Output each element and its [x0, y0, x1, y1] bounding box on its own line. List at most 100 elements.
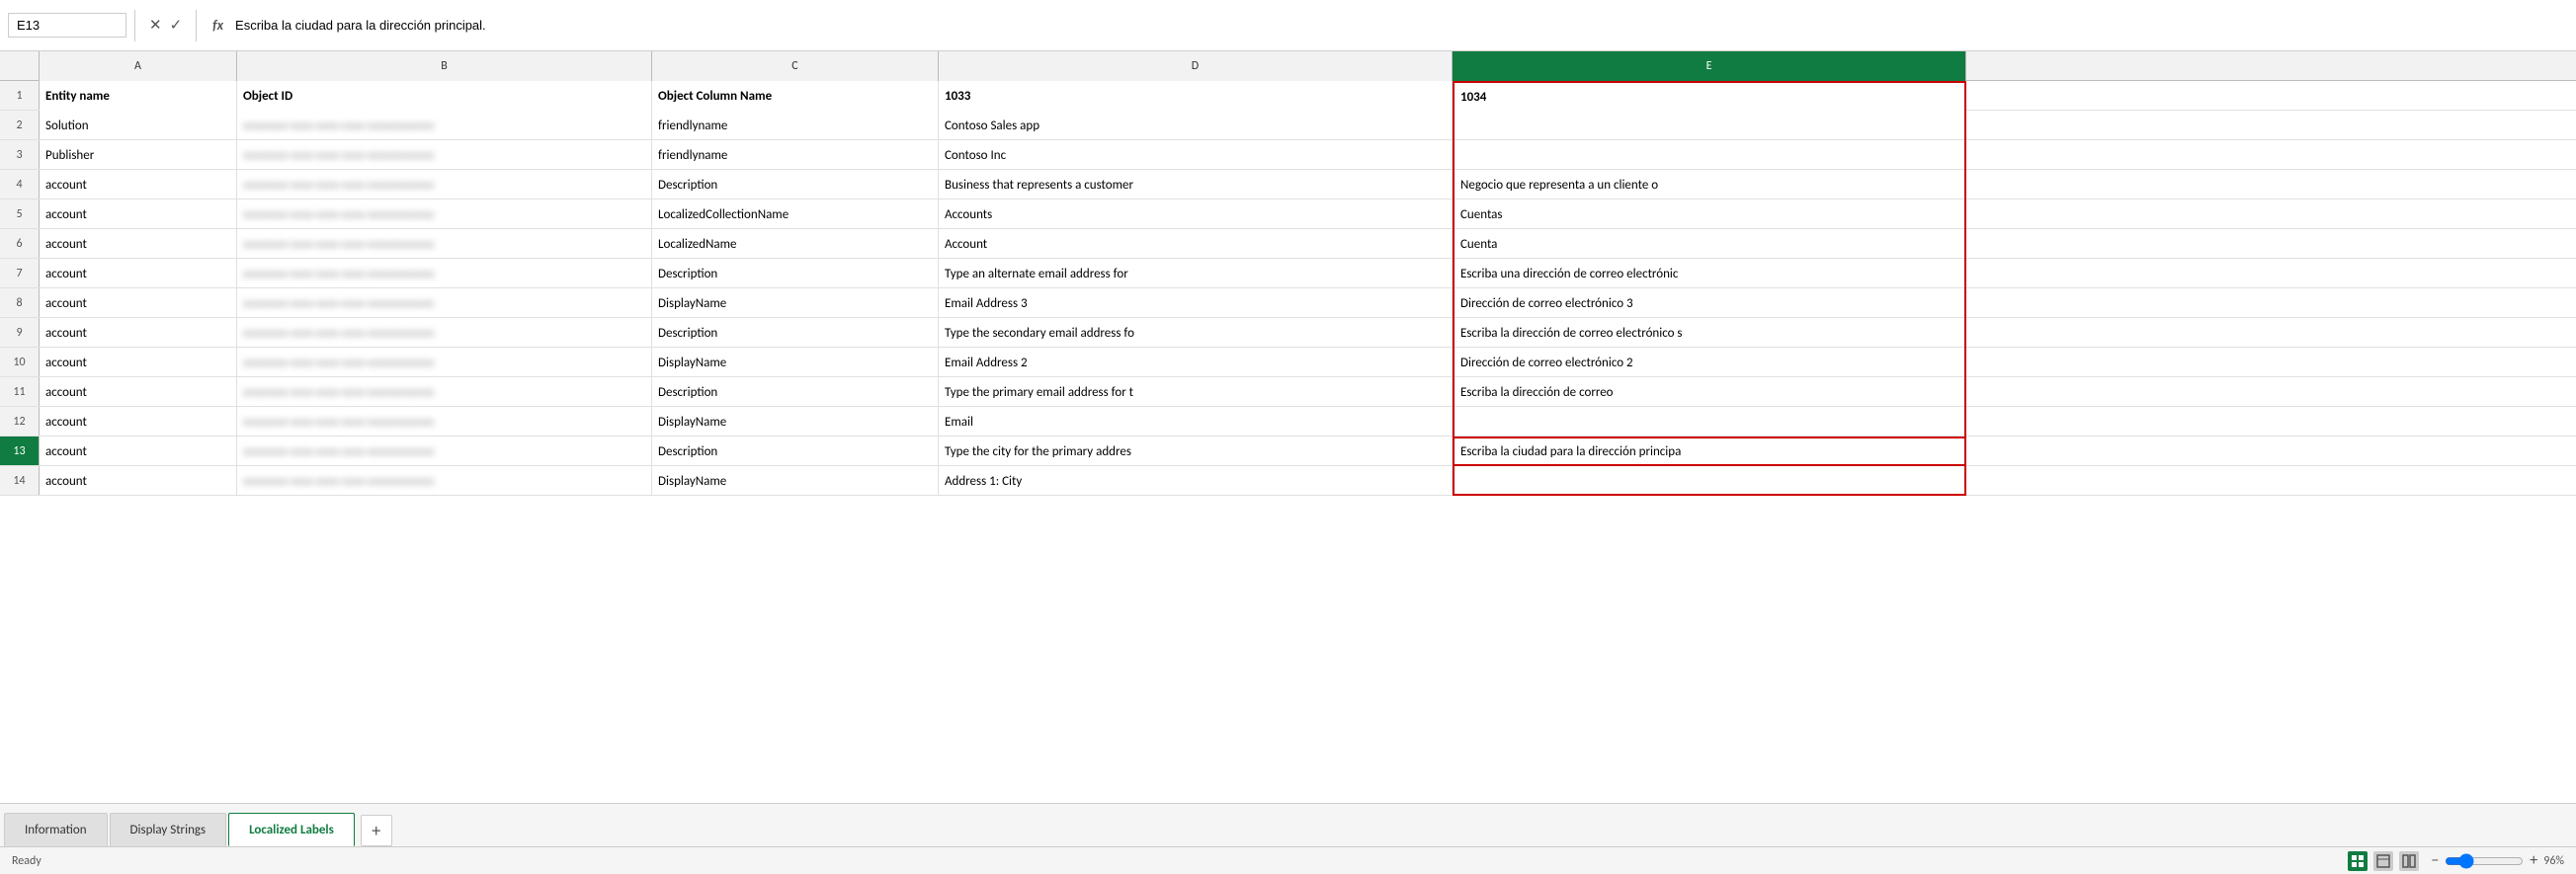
zoom-minus[interactable]: − — [2431, 851, 2439, 870]
table-row: 1Entity nameObject IDObject Column Name1… — [0, 81, 2576, 111]
table-row: 12accountxxxxxxxx-xxxx-xxxx-xxxx-xxxxxxx… — [0, 407, 2576, 437]
cell-B-2[interactable]: xxxxxxxx-xxxx-xxxx-xxxx-xxxxxxxxxxxx — [237, 111, 652, 140]
cell-E-10[interactable]: Dirección de correo electrónico 2 — [1453, 348, 1966, 377]
cancel-icon[interactable]: ✕ — [149, 16, 162, 35]
cell-D-14[interactable]: Address 1: City — [939, 466, 1453, 496]
cell-D-1[interactable]: 1033 — [939, 81, 1453, 111]
cell-B-8[interactable]: xxxxxxxx-xxxx-xxxx-xxxx-xxxxxxxxxxxx — [237, 288, 652, 318]
cell-A-10[interactable]: account — [40, 348, 237, 377]
cell-A-2[interactable]: Solution — [40, 111, 237, 140]
cell-D-3[interactable]: Contoso Inc — [939, 140, 1453, 170]
cell-E-6[interactable]: Cuenta — [1453, 229, 1966, 259]
status-bar: Ready − + 96% — [0, 846, 2576, 874]
cell-A-8[interactable]: account — [40, 288, 237, 318]
cell-E-11[interactable]: Escriba la dirección de correo — [1453, 377, 1966, 407]
cell-C-5[interactable]: LocalizedCollectionName — [652, 199, 939, 229]
cell-D-7[interactable]: Type an alternate email address for — [939, 259, 1453, 288]
cell-B-12[interactable]: xxxxxxxx-xxxx-xxxx-xxxx-xxxxxxxxxxxx — [237, 407, 652, 437]
status-right: − + 96% — [2348, 851, 2564, 871]
tab-display-strings[interactable]: Display Strings — [110, 813, 227, 846]
cell-A-1[interactable]: Entity name — [40, 81, 237, 111]
cell-D-2[interactable]: Contoso Sales app — [939, 111, 1453, 140]
table-row: 7accountxxxxxxxx-xxxx-xxxx-xxxx-xxxxxxxx… — [0, 259, 2576, 288]
cell-D-13[interactable]: Type the city for the primary addres — [939, 437, 1453, 466]
cell-D-12[interactable]: Email — [939, 407, 1453, 437]
page-layout-icon[interactable] — [2373, 851, 2393, 871]
cell-A-3[interactable]: Publisher — [40, 140, 237, 170]
cell-B-4[interactable]: xxxxxxxx-xxxx-xxxx-xxxx-xxxxxxxxxxxx — [237, 170, 652, 199]
cell-C-6[interactable]: LocalizedName — [652, 229, 939, 259]
cell-B-9[interactable]: xxxxxxxx-xxxx-xxxx-xxxx-xxxxxxxxxxxx — [237, 318, 652, 348]
cell-C-8[interactable]: DisplayName — [652, 288, 939, 318]
cell-name-box[interactable]: E13 — [8, 13, 126, 38]
cell-D-5[interactable]: Accounts — [939, 199, 1453, 229]
tab-add-button[interactable]: + — [361, 815, 392, 846]
cell-E-13[interactable]: Escriba la ciudad para la dirección prin… — [1453, 437, 1966, 466]
table-row: 4accountxxxxxxxx-xxxx-xxxx-xxxx-xxxxxxxx… — [0, 170, 2576, 199]
cell-A-7[interactable]: account — [40, 259, 237, 288]
page-break-icon[interactable] — [2399, 851, 2419, 871]
confirm-icon[interactable]: ✓ — [170, 16, 183, 35]
cell-C-12[interactable]: DisplayName — [652, 407, 939, 437]
cell-E-8[interactable]: Dirección de correo electrónico 3 — [1453, 288, 1966, 318]
cell-A-9[interactable]: account — [40, 318, 237, 348]
cell-E-2[interactable] — [1453, 111, 1966, 140]
cell-C-13[interactable]: Description — [652, 437, 939, 466]
cell-B-10[interactable]: xxxxxxxx-xxxx-xxxx-xxxx-xxxxxxxxxxxx — [237, 348, 652, 377]
cell-E-4[interactable]: Negocio que representa a un cliente o — [1453, 170, 1966, 199]
cell-A-6[interactable]: account — [40, 229, 237, 259]
col-header-b[interactable]: B — [237, 51, 652, 81]
cell-D-10[interactable]: Email Address 2 — [939, 348, 1453, 377]
cell-A-12[interactable]: account — [40, 407, 237, 437]
cell-D-8[interactable]: Email Address 3 — [939, 288, 1453, 318]
cell-B-1[interactable]: Object ID — [237, 81, 652, 111]
cell-D-4[interactable]: Business that represents a customer — [939, 170, 1453, 199]
cell-B-6[interactable]: xxxxxxxx-xxxx-xxxx-xxxx-xxxxxxxxxxxx — [237, 229, 652, 259]
cell-C-10[interactable]: DisplayName — [652, 348, 939, 377]
cell-C-1[interactable]: Object Column Name — [652, 81, 939, 111]
cell-B-7[interactable]: xxxxxxxx-xxxx-xxxx-xxxx-xxxxxxxxxxxx — [237, 259, 652, 288]
formula-input[interactable] — [235, 14, 2568, 37]
cell-B-5[interactable]: xxxxxxxx-xxxx-xxxx-xxxx-xxxxxxxxxxxx — [237, 199, 652, 229]
col-header-e[interactable]: E — [1453, 51, 1966, 81]
row-number: 13 — [0, 437, 40, 465]
col-header-c[interactable]: C — [652, 51, 939, 81]
cell-B-3[interactable]: xxxxxxxx-xxxx-xxxx-xxxx-xxxxxxxxxxxx — [237, 140, 652, 170]
cell-D-9[interactable]: Type the secondary email address fo — [939, 318, 1453, 348]
cell-B-14[interactable]: xxxxxxxx-xxxx-xxxx-xxxx-xxxxxxxxxxxx — [237, 466, 652, 496]
tab-localized-labels[interactable]: Localized Labels — [228, 813, 355, 846]
formula-bar: E13 ✕ ✓ fx — [0, 0, 2576, 51]
row-number: 3 — [0, 140, 40, 169]
cell-A-11[interactable]: account — [40, 377, 237, 407]
normal-view-icon[interactable] — [2348, 851, 2368, 871]
cell-A-4[interactable]: account — [40, 170, 237, 199]
tab-information[interactable]: Information — [4, 813, 108, 846]
cell-C-9[interactable]: Description — [652, 318, 939, 348]
cell-A-5[interactable]: account — [40, 199, 237, 229]
col-header-d[interactable]: D — [939, 51, 1453, 81]
cell-E-14[interactable] — [1453, 466, 1966, 496]
cell-C-2[interactable]: friendlyname — [652, 111, 939, 140]
cell-E-9[interactable]: Escriba la dirección de correo electróni… — [1453, 318, 1966, 348]
cell-E-12[interactable] — [1453, 407, 1966, 437]
zoom-slider[interactable] — [2445, 853, 2524, 869]
cell-A-13[interactable]: account — [40, 437, 237, 466]
cell-E-7[interactable]: Escriba una dirección de correo electrón… — [1453, 259, 1966, 288]
cell-E-3[interactable] — [1453, 140, 1966, 170]
cell-E-1[interactable]: 1034 — [1453, 81, 1966, 111]
cell-C-11[interactable]: Description — [652, 377, 939, 407]
cell-C-4[interactable]: Description — [652, 170, 939, 199]
cell-C-3[interactable]: friendlyname — [652, 140, 939, 170]
zoom-level: 96% — [2543, 854, 2564, 868]
cell-C-14[interactable]: DisplayName — [652, 466, 939, 496]
zoom-plus[interactable]: + — [2530, 851, 2537, 870]
cell-A-14[interactable]: account — [40, 466, 237, 496]
cell-E-5[interactable]: Cuentas — [1453, 199, 1966, 229]
table-row: 13accountxxxxxxxx-xxxx-xxxx-xxxx-xxxxxxx… — [0, 437, 2576, 466]
cell-B-11[interactable]: xxxxxxxx-xxxx-xxxx-xxxx-xxxxxxxxxxxx — [237, 377, 652, 407]
cell-B-13[interactable]: xxxxxxxx-xxxx-xxxx-xxxx-xxxxxxxxxxxx — [237, 437, 652, 466]
col-header-a[interactable]: A — [40, 51, 237, 81]
cell-D-11[interactable]: Type the primary email address for t — [939, 377, 1453, 407]
cell-D-6[interactable]: Account — [939, 229, 1453, 259]
cell-C-7[interactable]: Description — [652, 259, 939, 288]
